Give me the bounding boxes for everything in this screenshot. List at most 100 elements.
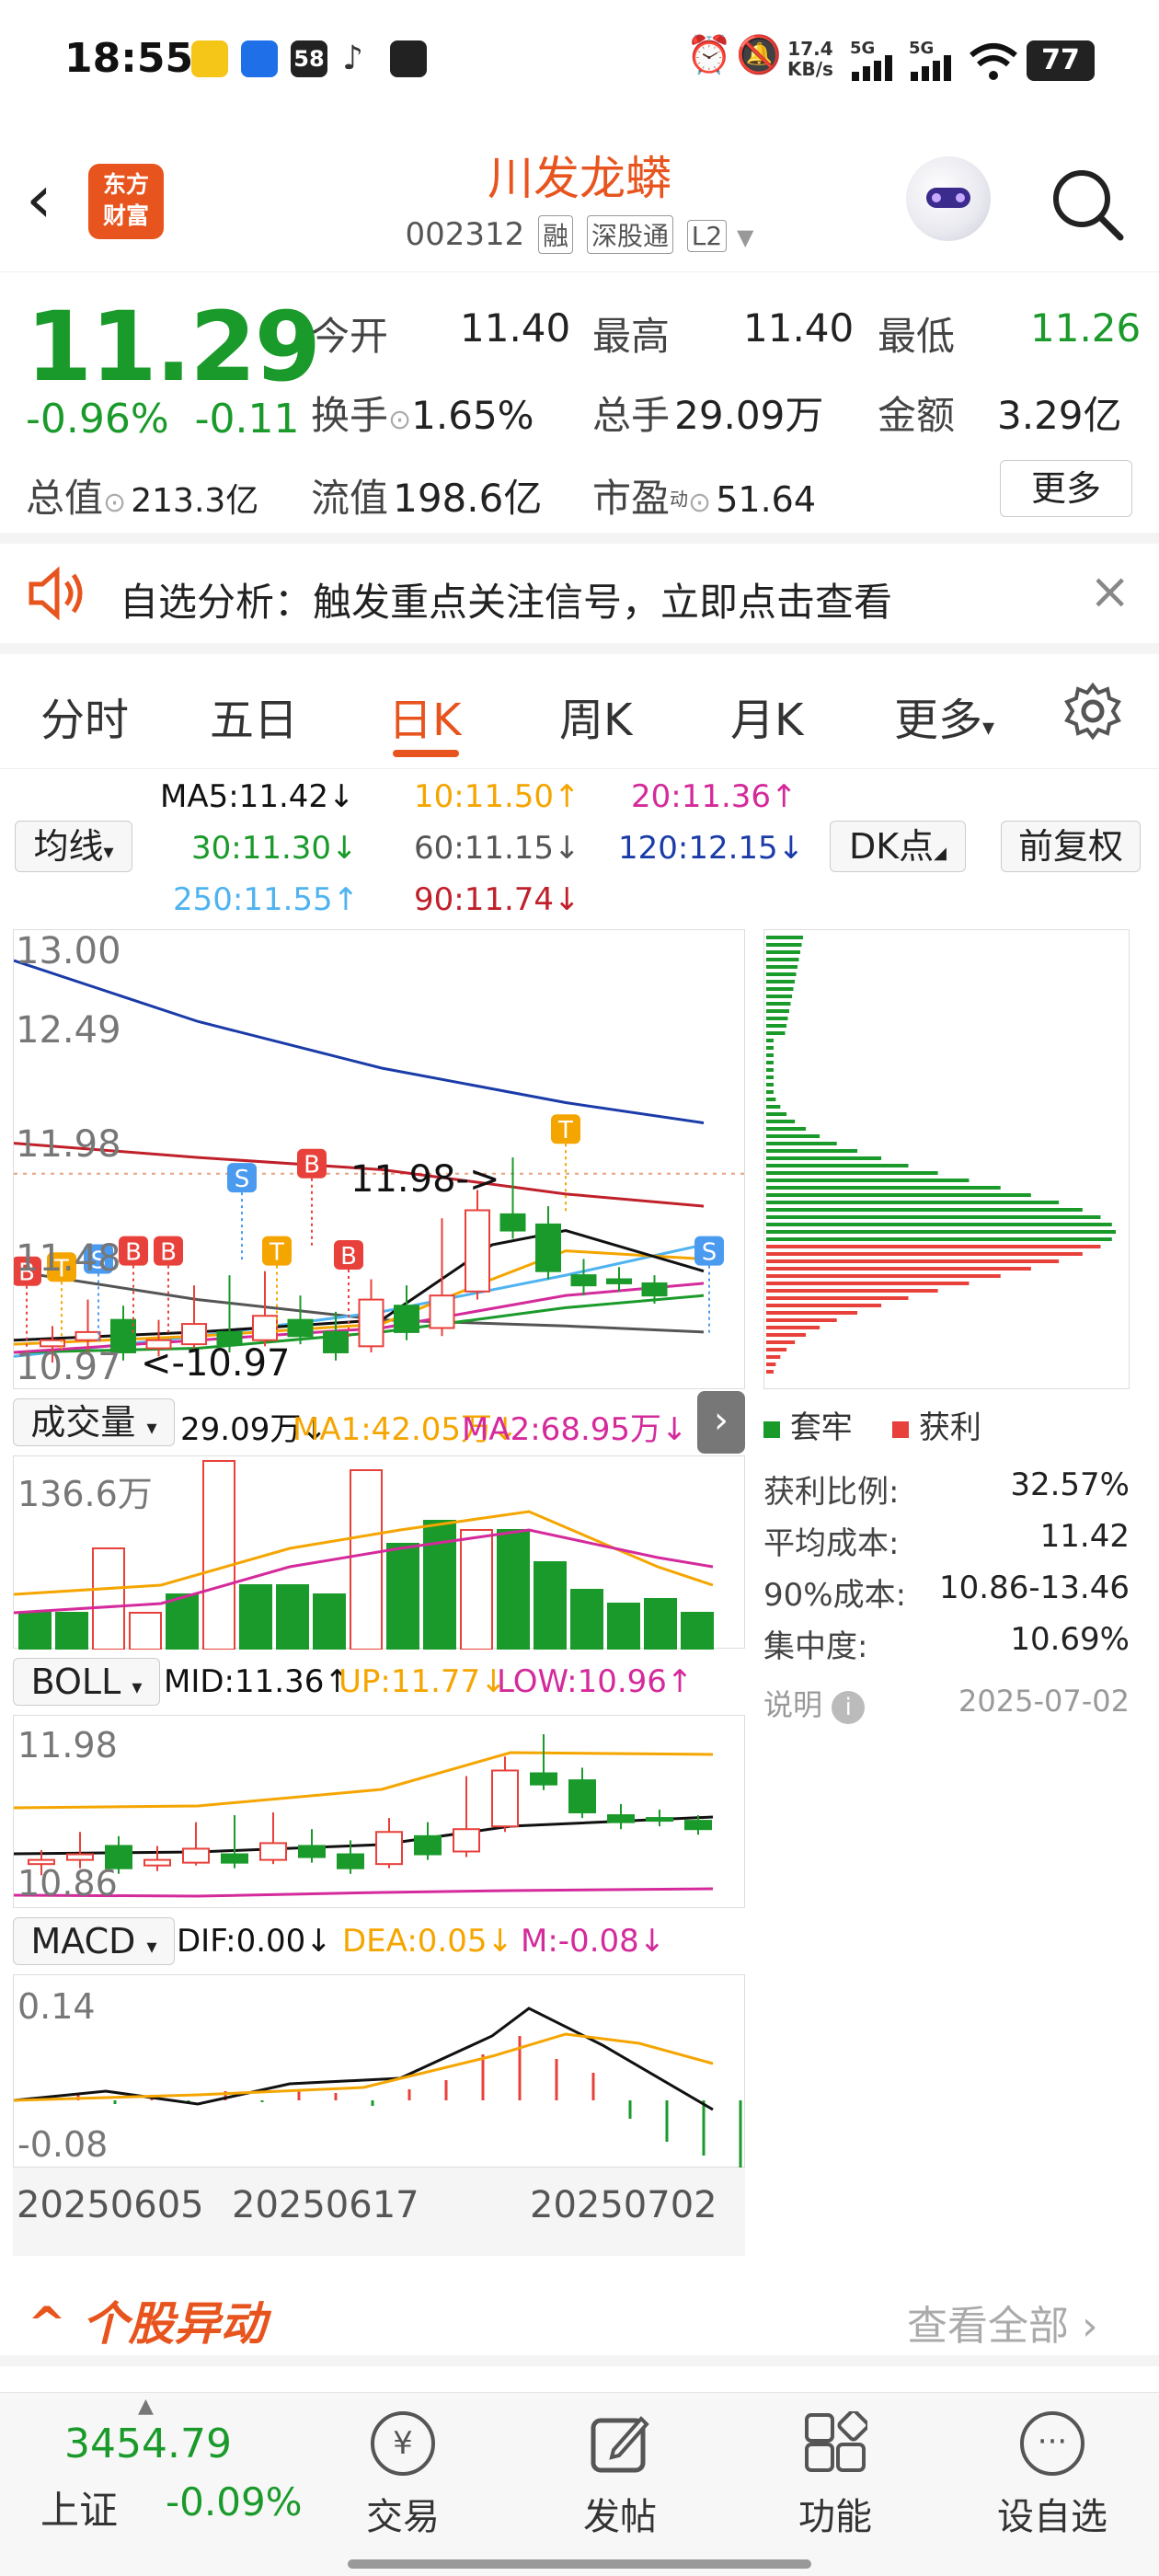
date-axis: 20250605 20250617 20250702 — [13, 2168, 745, 2256]
date-label: 20250605 — [17, 2184, 204, 2226]
volume-bar — [350, 1469, 383, 1650]
chip-bar — [766, 1340, 796, 1344]
stock-code-row[interactable]: 002312 融 深股通 L2 ▼ — [0, 215, 1159, 254]
chip-bar — [766, 1237, 1112, 1241]
chip-date: 2025-07-02 — [958, 1684, 1130, 1719]
tab-weekly-k[interactable]: 周K — [559, 684, 632, 748]
more-quote-button[interactable]: 更多 — [1000, 460, 1132, 517]
assistant-avatar[interactable] — [906, 156, 991, 241]
candle-body — [323, 1330, 349, 1353]
macd-chart[interactable]: 0.14 -0.08 — [13, 1974, 745, 2172]
tiktok-icon: ♪ — [342, 40, 363, 77]
macd-dea: DEA:0.05↓ — [342, 1923, 513, 1960]
signal-badge-label: B — [340, 1243, 357, 1271]
boll-y-label: 10.86 — [17, 1863, 118, 1903]
nav-add-watchlist[interactable]: ··· 设自选 — [979, 2411, 1126, 2540]
boll-svg — [13, 1734, 714, 1898]
grid-icon — [805, 2411, 867, 2472]
candle-body — [358, 1298, 384, 1348]
chip-bar — [766, 1179, 970, 1182]
tab-daily-k[interactable]: 日K — [388, 684, 461, 748]
amount-value: 3.29亿 — [997, 393, 1122, 438]
macd-dif-line — [13, 2007, 714, 2111]
volume-bar — [644, 1598, 677, 1650]
macd-dif: DIF:0.00↓ — [177, 1923, 332, 1960]
chip-bar — [766, 1068, 774, 1072]
tab-more[interactable]: 更多▾ — [894, 684, 994, 748]
nav-functions[interactable]: 功能 — [762, 2411, 909, 2540]
boll-up: UP:11.77↓ — [339, 1663, 507, 1700]
tab-monthly-k[interactable]: 月K — [730, 684, 803, 748]
boll-candle-body — [337, 1853, 364, 1869]
tab-five-day[interactable]: 五日 — [210, 684, 298, 748]
kline-high-marker: 11.98-> — [350, 1158, 500, 1201]
total-value: 总值⊙ 213.3亿 — [26, 476, 259, 521]
index-change[interactable]: -0.09% — [166, 2479, 303, 2524]
volume-bar — [570, 1589, 603, 1650]
low-value: 11.26 — [1030, 305, 1142, 351]
volume-chart[interactable]: 136.6万 — [13, 1455, 745, 1650]
settings-gear-icon[interactable] — [1063, 682, 1122, 741]
macd-dea-line — [13, 2032, 714, 2102]
chip-bar — [766, 1134, 820, 1138]
view-all-link[interactable]: 查看全部 › — [907, 2293, 1098, 2352]
candle-body — [252, 1315, 278, 1341]
high-price: 最高 — [592, 314, 671, 359]
chip-bar — [766, 943, 802, 947]
chip-bar — [766, 1311, 858, 1315]
boll-candle-body — [66, 1853, 94, 1861]
dk-point-button[interactable]: DK点◢ — [830, 821, 966, 872]
chip-bar — [766, 1075, 774, 1079]
search-icon[interactable] — [1049, 166, 1126, 243]
chip-bar — [766, 1296, 909, 1300]
ma250-value: 250:11.55↑ — [173, 881, 360, 918]
macd-indicator-selector[interactable]: MACD ▾ — [13, 1917, 175, 1965]
candle-body — [641, 1282, 668, 1297]
tab-intraday[interactable]: 分时 — [40, 684, 129, 748]
kline-y-label: 12.49 — [16, 1009, 121, 1052]
chip-bar — [766, 1201, 1060, 1204]
date-label: 20250617 — [232, 2184, 419, 2226]
boll-y-label: 11.98 — [17, 1725, 118, 1765]
ma20-value: 20:11.36↑ — [631, 778, 798, 815]
chip-bar — [766, 1112, 787, 1116]
wifi-icon — [970, 43, 1017, 80]
chip-bar — [766, 972, 797, 976]
chip-bar — [766, 987, 794, 991]
index-value[interactable]: 3454.79 — [64, 2421, 232, 2467]
index-name[interactable]: 上证 — [40, 2479, 118, 2536]
chip-svg — [766, 936, 1116, 1374]
chip-bar — [766, 1083, 774, 1087]
chip-profit-ratio-label: 获利比例: — [763, 1474, 900, 1511]
volume-bar — [55, 1612, 88, 1650]
candle-body — [394, 1305, 419, 1333]
signal-banner[interactable]: 自选分析：触发重点关注信号，立即点击查看 × — [0, 544, 1159, 654]
nav-post[interactable]: 发帖 — [546, 2411, 694, 2540]
volume-bar — [129, 1612, 162, 1650]
chip-distribution-chart[interactable] — [763, 929, 1130, 1389]
volume-bar — [92, 1547, 125, 1650]
chip-bar — [766, 1002, 791, 1006]
chip-bar — [766, 1090, 774, 1094]
chip-concentration-value: 10.69% — [1010, 1621, 1130, 1658]
macd-svg — [13, 2007, 742, 2172]
signal-badge-label: S — [235, 1166, 250, 1193]
close-icon[interactable]: × — [1089, 562, 1130, 620]
low-price: 最低 — [878, 314, 956, 359]
boll-indicator-selector[interactable]: BOLL ▾ — [13, 1658, 160, 1706]
kline-chart[interactable]: BTSBBSTBBTS 13.00 12.49 11.98 11.48 10.9… — [12, 929, 746, 1389]
chip-note-link[interactable]: 说明 i — [763, 1682, 866, 1724]
nav-trade[interactable]: ¥ 交易 — [329, 2411, 476, 2540]
turnover: 换手⊙1.65% — [311, 393, 534, 438]
boll-chart[interactable]: 11.98 10.86 — [13, 1715, 745, 1908]
boll-candle-body — [143, 1858, 171, 1867]
volume-indicator-selector[interactable]: 成交量 ▾ — [13, 1398, 175, 1446]
home-indicator — [348, 2559, 811, 2569]
chip-avg-cost-label: 平均成本: — [763, 1525, 900, 1562]
ma-selector[interactable]: 均线▾ — [15, 821, 132, 872]
expand-arrow-icon[interactable]: › — [697, 1391, 745, 1454]
chip-bar — [766, 1245, 1101, 1248]
chip-bar — [766, 1164, 909, 1167]
boll-candle-body — [646, 1817, 673, 1823]
adjust-price-button[interactable]: 前复权 — [1001, 821, 1141, 872]
